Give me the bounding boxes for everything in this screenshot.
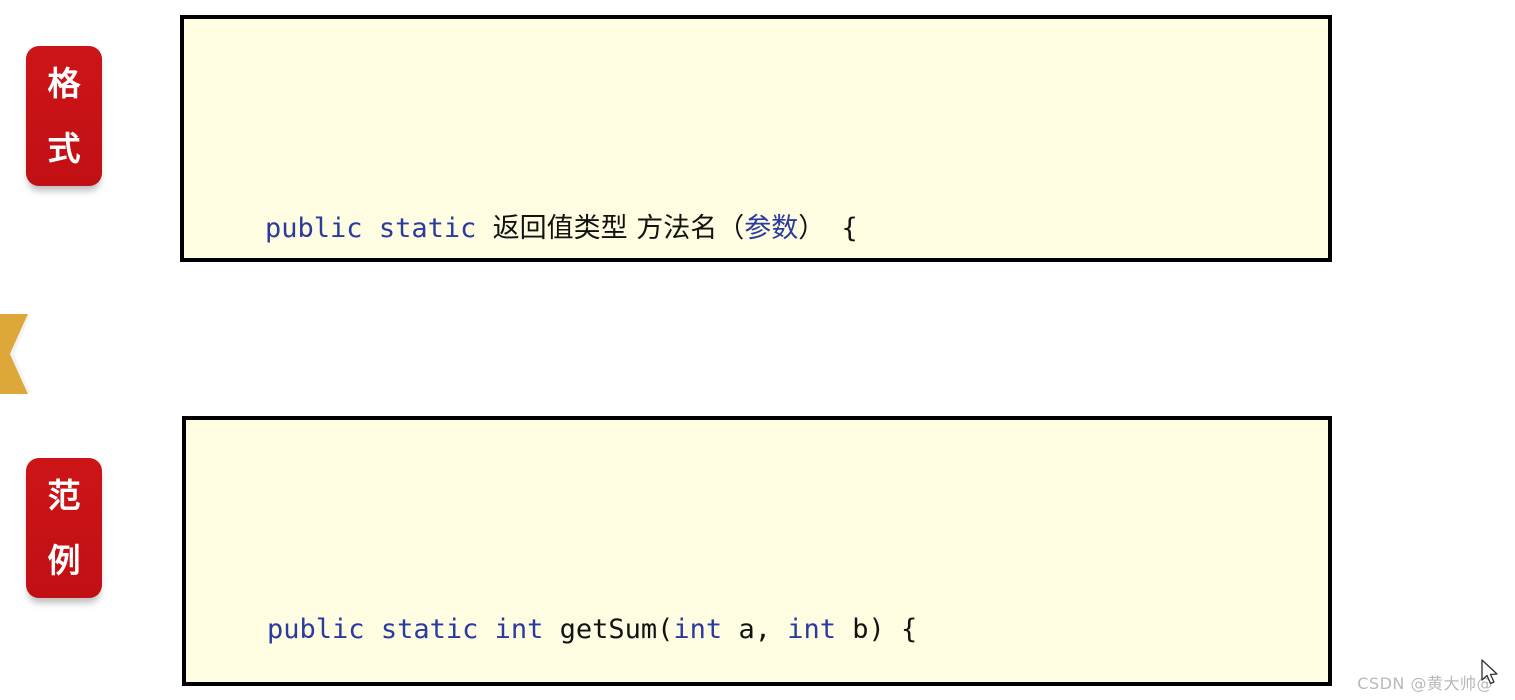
watermark: CSDN @黄大帅@ bbox=[1357, 674, 1493, 693]
code-token-paren-open: （ bbox=[717, 213, 745, 244]
code-token-plain: a, bbox=[722, 614, 788, 645]
code-token-keyword: public static int bbox=[267, 614, 544, 645]
code-token-brace: { bbox=[825, 213, 858, 244]
code-line: public static int getSum(int a, int b) { bbox=[202, 546, 1328, 682]
code-token-cjk: 返回值类型 方法名 bbox=[492, 213, 718, 244]
badge-format-char-2: 式 bbox=[47, 129, 81, 168]
code-block-method-format: public static 返回值类型 方法名（参数） { 方法体； retur… bbox=[180, 15, 1332, 262]
code-line: public static 返回值类型 方法名（参数） { bbox=[200, 145, 1328, 258]
badge-format-char-1: 格 bbox=[47, 64, 81, 103]
mouse-pointer-icon bbox=[1481, 659, 1501, 687]
code-token-paren-close: ） bbox=[798, 213, 826, 244]
badge-example: 范 例 bbox=[26, 458, 102, 598]
code-token-plain: b) { bbox=[836, 614, 918, 645]
code-block-method-example: public static int getSum(int a, int b) {… bbox=[182, 416, 1332, 686]
badge-example-char-1: 范 bbox=[47, 476, 81, 515]
badge-format: 格 式 bbox=[26, 46, 102, 186]
code-token-keyword: int bbox=[673, 614, 723, 645]
code-token-plain: getSum( bbox=[543, 614, 674, 645]
code-token-keyword: public static bbox=[265, 213, 477, 244]
code-token-cjk-keyword: 参数 bbox=[744, 213, 799, 244]
code-token-keyword: int bbox=[787, 614, 837, 645]
badge-example-char-2: 例 bbox=[47, 541, 81, 580]
chevron-left-icon bbox=[0, 314, 30, 394]
